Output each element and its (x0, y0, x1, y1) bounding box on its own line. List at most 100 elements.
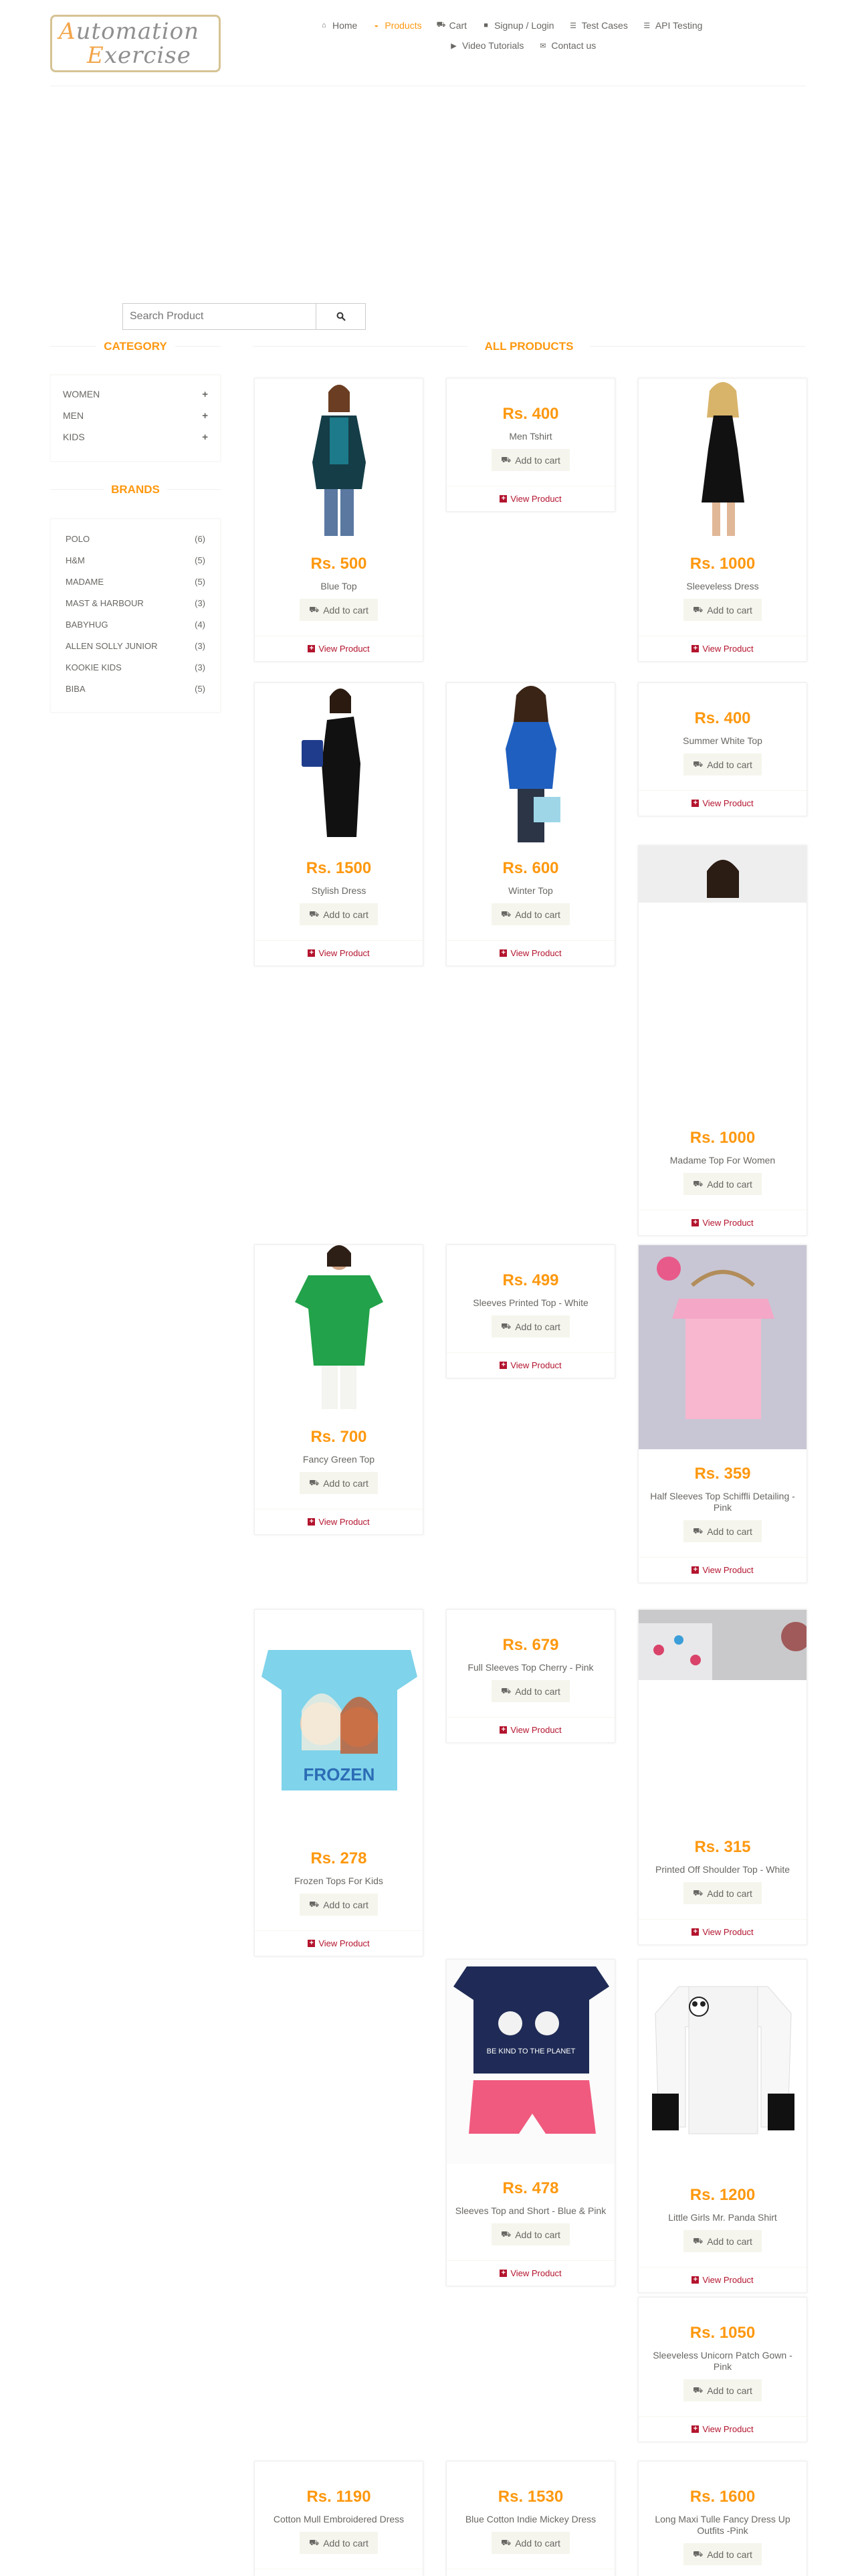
view-product-link[interactable]: +View Product (255, 1930, 423, 1956)
add-to-cart-button[interactable]: ⛟ Add to cart (683, 1173, 762, 1195)
product-image (255, 1245, 423, 1412)
view-product-link[interactable]: +View Product (447, 486, 615, 511)
cart-icon: ⛟ (501, 1321, 512, 1331)
view-product-label: View Product (318, 1938, 370, 1948)
brand-item-polo[interactable]: Polo (6) (66, 534, 205, 555)
main-nav-row-1: ⌂ Home ◒ Products ⛟ Cart ■ Signup / Login ☰ T… (320, 20, 702, 31)
brand-label: H&M (66, 555, 85, 565)
envelope-icon: ✉ (540, 41, 546, 50)
product-image (639, 379, 807, 539)
add-to-cart-button[interactable]: ⛟ Add to cart (300, 1472, 378, 1494)
view-product-link[interactable]: +View Product (639, 1557, 807, 1582)
nav-test-cases-label: Test Cases (581, 20, 628, 31)
add-to-cart-button[interactable]: ⛟ Add to cart (683, 599, 762, 621)
add-to-cart-button[interactable]: ⛟ Add to cart (492, 2223, 570, 2245)
product-image (447, 683, 615, 844)
plus-square-icon: + (500, 1362, 508, 1369)
product-price: Rs. 600 (502, 859, 559, 877)
view-product-link[interactable]: +View Product (639, 2416, 807, 2442)
brand-item-babyhug[interactable]: Babyhug (4) (66, 620, 205, 641)
category-item-men[interactable]: Men + (63, 410, 208, 432)
add-to-cart-button[interactable]: ⛟ Add to cart (300, 1894, 378, 1916)
brand-count: (3) (195, 641, 205, 651)
add-to-cart-button[interactable]: ⛟ Add to cart (300, 2532, 378, 2554)
view-product-link[interactable]: +View Product (447, 940, 615, 965)
product-card: Rs. 1050 Sleeveless Unicorn Patch Gown - … (638, 2297, 807, 2442)
category-item-women[interactable]: Women + (63, 389, 208, 410)
view-product-link[interactable]: +View Product (447, 1717, 615, 1742)
view-product-link[interactable]: +View Product (255, 2569, 423, 2576)
brand-item-hm[interactable]: H&M (5) (66, 555, 205, 577)
brand-count: (5) (195, 577, 205, 587)
view-product-link[interactable]: +View Product (447, 2569, 615, 2576)
product-price: Rs. 500 (310, 555, 367, 573)
nav-cart[interactable]: ⛟ Cart (437, 20, 467, 31)
product-image (639, 846, 807, 1113)
category-item-kids[interactable]: Kids + (63, 432, 208, 453)
add-to-cart-button[interactable]: ⛟ Add to cart (683, 2379, 762, 2401)
add-to-cart-button[interactable]: ⛟ Add to cart (492, 1315, 570, 1338)
product-name: Frozen Tops For Kids (294, 1875, 383, 1886)
add-to-cart-button[interactable]: ⛟ Add to cart (683, 1520, 762, 1542)
nav-signup-login[interactable]: ■ Signup / Login (481, 20, 554, 31)
brand-item-kookie-kids[interactable]: Kookie Kids (3) (66, 662, 205, 684)
add-to-cart-label: Add to cart (707, 1526, 752, 1537)
nav-contact-us[interactable]: ✉ Contact us (538, 40, 596, 51)
add-to-cart-button[interactable]: ⛟ Add to cart (683, 753, 762, 775)
view-product-link[interactable]: +View Product (639, 790, 807, 816)
add-to-cart-button[interactable]: ⛟ Add to cart (683, 2543, 762, 2565)
view-product-label: View Product (702, 2424, 754, 2434)
brand-item-allen-solly-junior[interactable]: Allen Solly Junior (3) (66, 641, 205, 662)
view-product-label: View Product (510, 948, 562, 958)
nav-products[interactable]: ◒ Products (372, 20, 422, 31)
nav-video-tutorials[interactable]: ▶ Video Tutorials (449, 40, 524, 51)
site-logo[interactable]: Automation Exercise (50, 15, 221, 72)
product-price: Rs. 1530 (498, 2488, 564, 2506)
brand-count: (5) (195, 684, 205, 694)
brand-item-biba[interactable]: Biba (5) (66, 684, 205, 705)
add-to-cart-button[interactable]: ⛟ Add to cart (492, 1680, 570, 1702)
view-product-label: View Product (510, 494, 562, 504)
plus-square-icon: + (691, 1928, 700, 1936)
search-button[interactable] (316, 303, 366, 330)
view-product-link[interactable]: +View Product (447, 1352, 615, 1378)
plus-icon: + (202, 389, 208, 400)
brand-label: Biba (66, 684, 86, 694)
view-product-link[interactable]: +View Product (639, 636, 807, 661)
product-card: Rs. 1530 Blue Cotton Indie Mickey Dress ⛟ A… (446, 2461, 615, 2576)
cart-icon: ⛟ (693, 1526, 704, 1536)
product-name: Sleeveless Dress (686, 581, 759, 591)
nav-test-cases[interactable]: ☰ Test Cases (569, 20, 628, 31)
lock-icon: ■ (484, 21, 488, 29)
add-to-cart-button[interactable]: ⛟ Add to cart (492, 449, 570, 471)
view-product-label: View Product (510, 1725, 562, 1735)
view-product-label: View Product (702, 1218, 754, 1228)
add-to-cart-button[interactable]: ⛟ Add to cart (492, 2532, 570, 2554)
cart-icon: ⛟ (693, 1178, 704, 1188)
product-price: Rs. 359 (694, 1465, 751, 1483)
nav-home[interactable]: ⌂ Home (320, 20, 357, 31)
brand-count: (5) (195, 555, 205, 565)
add-to-cart-button[interactable]: ⛟ Add to cart (492, 903, 570, 925)
add-to-cart-label: Add to cart (515, 2229, 560, 2240)
view-product-link[interactable]: +View Product (639, 1210, 807, 1235)
brand-item-mast-harbour[interactable]: Mast & Harbour (3) (66, 598, 205, 620)
view-product-link[interactable]: +View Product (447, 2260, 615, 2286)
nav-api-testing[interactable]: ☰ API Testing (643, 20, 702, 31)
view-product-link[interactable]: +View Product (255, 940, 423, 965)
brand-item-madame[interactable]: Madame (5) (66, 577, 205, 598)
view-product-link[interactable]: +View Product (639, 2267, 807, 2292)
view-product-link[interactable]: +View Product (255, 636, 423, 661)
product-price: Rs. 400 (694, 709, 751, 727)
view-product-label: View Product (702, 2275, 754, 2285)
view-product-link[interactable]: +View Product (639, 1919, 807, 1944)
cart-icon: ⛟ (501, 2229, 512, 2239)
add-to-cart-button[interactable]: ⛟ Add to cart (300, 903, 378, 925)
view-product-link[interactable]: +View Product (255, 1509, 423, 1534)
add-to-cart-button[interactable]: ⛟ Add to cart (683, 2230, 762, 2252)
product-price: Rs. 278 (310, 1849, 367, 1867)
product-card: Rs. 1000 Madame Top For Women ⛟ Add to cart… (638, 845, 807, 1236)
add-to-cart-button[interactable]: ⛟ Add to cart (300, 599, 378, 621)
add-to-cart-button[interactable]: ⛟ Add to cart (683, 1882, 762, 1904)
search-input[interactable] (122, 303, 316, 330)
